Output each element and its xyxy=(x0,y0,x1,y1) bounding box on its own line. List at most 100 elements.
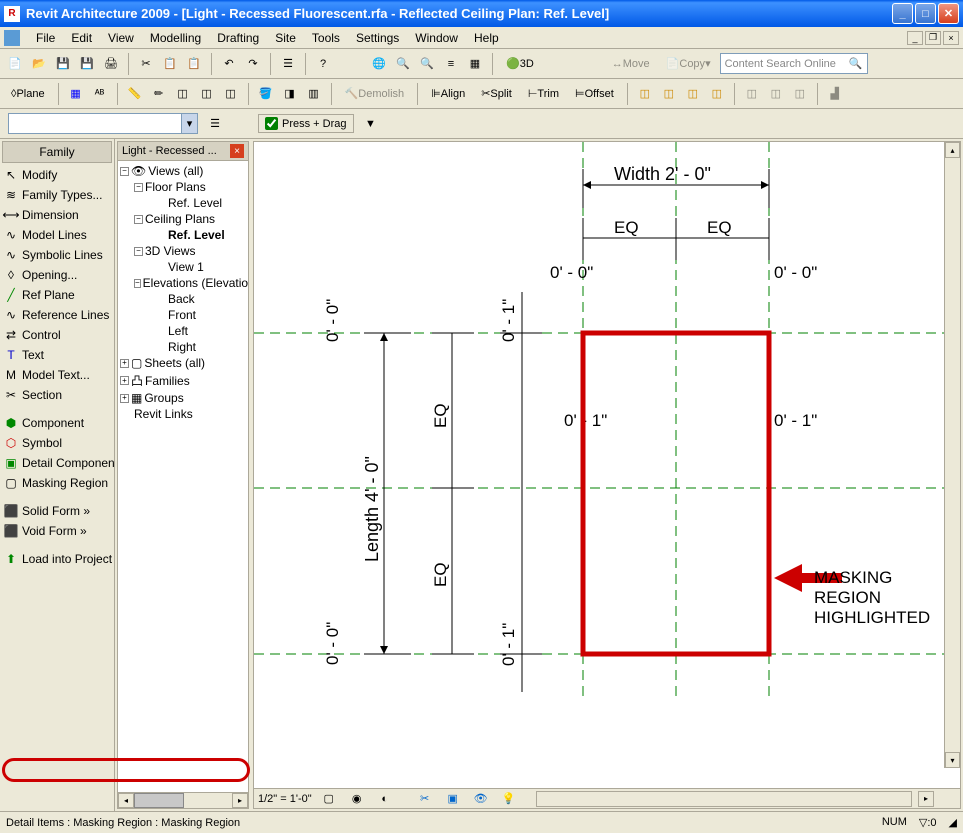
split-button[interactable]: ✂ Split xyxy=(474,83,519,105)
spell-icon[interactable]: ᴬᴮ xyxy=(89,83,111,105)
section-tool[interactable]: ✂Section xyxy=(0,385,114,405)
tool4-icon[interactable]: ◫ xyxy=(196,83,218,105)
load-project-tool[interactable]: ⬆Load into Project xyxy=(0,549,114,569)
reference-lines-tool[interactable]: ∿Reference Lines xyxy=(0,305,114,325)
dropdown-icon[interactable]: ▾ xyxy=(181,114,197,133)
menu-view[interactable]: View xyxy=(100,29,142,47)
new-icon[interactable]: 📄 xyxy=(4,53,26,75)
group2-icon[interactable]: ◫ xyxy=(765,83,787,105)
model-graphics-icon[interactable]: ◉ xyxy=(346,788,368,810)
zoom2-icon[interactable]: 🔍 xyxy=(416,53,438,75)
menu-file[interactable]: File xyxy=(28,29,63,47)
text-tool[interactable]: TText xyxy=(0,345,114,365)
menu-edit[interactable]: Edit xyxy=(63,29,100,47)
maximize-button[interactable]: □ xyxy=(915,3,936,24)
menu-modelling[interactable]: Modelling xyxy=(142,29,209,47)
detail-component-tool[interactable]: ▣Detail Component xyxy=(0,453,114,473)
model-text-tool[interactable]: MModel Text... xyxy=(0,365,114,385)
tool5-icon[interactable]: ◫ xyxy=(220,83,242,105)
help-icon[interactable]: ? xyxy=(312,53,334,75)
filter-icon[interactable]: ▼ xyxy=(360,113,382,135)
properties-icon[interactable]: ☰ xyxy=(277,53,299,75)
menu-settings[interactable]: Settings xyxy=(348,29,407,47)
paste-icon[interactable]: 📋 xyxy=(183,53,205,75)
save-all-icon[interactable]: 💾 xyxy=(76,53,98,75)
scale-label[interactable]: 1/2" = 1'-0" xyxy=(258,793,312,805)
tool3-icon[interactable]: ◫ xyxy=(172,83,194,105)
browser-hscroll[interactable]: ◂▸ xyxy=(118,792,248,808)
menu-tools[interactable]: Tools xyxy=(304,29,348,47)
mdi-close[interactable]: × xyxy=(943,31,959,45)
box4-icon[interactable]: ◫ xyxy=(706,83,728,105)
menu-drafting[interactable]: Drafting xyxy=(209,29,267,47)
mdi-restore[interactable]: ❐ xyxy=(925,31,941,45)
grid-icon[interactable]: ▦ xyxy=(65,83,87,105)
control-tool[interactable]: ⇄Control xyxy=(0,325,114,345)
mdi-minimize[interactable]: _ xyxy=(907,31,923,45)
press-drag-checkbox[interactable] xyxy=(265,117,278,130)
type-selector[interactable]: ▾ xyxy=(8,113,198,134)
model-lines-tool[interactable]: ∿Model Lines xyxy=(0,225,114,245)
browser-tree[interactable]: − 👁 Views (all) − Floor Plans Ref. Level… xyxy=(118,161,248,792)
search-icon[interactable]: 🔍 xyxy=(849,57,863,70)
detail-level-icon[interactable]: ▢ xyxy=(318,788,340,810)
align-button[interactable]: ⊫ Align xyxy=(424,83,472,105)
drawing-canvas[interactable]: Width 2' - 0" EQ EQ 0' - 0" 0' - 0" Leng… xyxy=(254,142,960,788)
paint-icon[interactable]: 🪣 xyxy=(255,83,277,105)
threeD-button[interactable]: 🟢 3D xyxy=(499,53,541,75)
hide-icon[interactable]: 👁 xyxy=(470,788,492,810)
highlighter-icon[interactable]: ✏ xyxy=(148,83,170,105)
trim-button[interactable]: ⊢ Trim xyxy=(521,83,566,105)
copy-icon[interactable]: 📋 xyxy=(159,53,181,75)
redo-icon[interactable]: ↷ xyxy=(242,53,264,75)
close-tab-icon[interactable]: × xyxy=(230,144,244,158)
box1-icon[interactable]: ◫ xyxy=(634,83,656,105)
join-icon[interactable]: ◨ xyxy=(279,83,301,105)
void-form-tool[interactable]: ⬛Void Form » xyxy=(0,521,114,541)
dynamic-view-icon[interactable]: 🌐 xyxy=(368,53,390,75)
status-filter[interactable]: ▽:0 xyxy=(919,816,937,829)
group3-icon[interactable]: ◫ xyxy=(789,83,811,105)
hscroll-right[interactable]: ▸ xyxy=(918,791,934,807)
canvas-vscroll[interactable]: ▴ ▾ xyxy=(944,142,960,768)
wall-icon[interactable]: ▥ xyxy=(303,83,325,105)
undo-icon[interactable]: ↶ xyxy=(218,53,240,75)
cut-icon[interactable]: ✂ xyxy=(135,53,157,75)
masking-region-tool[interactable]: ▢Masking Region xyxy=(0,473,114,493)
thin-lines-icon[interactable]: ≡ xyxy=(440,53,462,75)
design-bar-header[interactable]: Family xyxy=(2,141,112,163)
demolish-button[interactable]: 🔨 Demolish xyxy=(338,83,412,105)
symbolic-lines-tool[interactable]: ∿Symbolic Lines xyxy=(0,245,114,265)
print-icon[interactable]: 🖨 xyxy=(100,53,122,75)
menu-help[interactable]: Help xyxy=(466,29,507,47)
copy-button[interactable]: 📄 Copy ▾ xyxy=(659,53,718,75)
browser-tab[interactable]: Light - Recessed ... × xyxy=(118,142,248,161)
mirror-icon[interactable]: ▟ xyxy=(824,83,846,105)
menu-window[interactable]: Window xyxy=(407,29,466,47)
move-button[interactable]: ↔ Move xyxy=(605,53,657,75)
group1-icon[interactable]: ◫ xyxy=(741,83,763,105)
box2-icon[interactable]: ◫ xyxy=(658,83,680,105)
component-tool[interactable]: ⬢Component xyxy=(0,413,114,433)
show-crop-icon[interactable]: ▣ xyxy=(442,788,464,810)
modify-tool[interactable]: ↖Modify xyxy=(0,165,114,185)
tape-icon[interactable]: 📏 xyxy=(124,83,146,105)
shadow-icon[interactable]: ◐ xyxy=(374,788,396,810)
press-drag-option[interactable]: Press + Drag xyxy=(258,114,354,133)
box3-icon[interactable]: ◫ xyxy=(682,83,704,105)
save-icon[interactable]: 💾 xyxy=(52,53,74,75)
solid-form-tool[interactable]: ⬛Solid Form » xyxy=(0,501,114,521)
menu-site[interactable]: Site xyxy=(267,29,304,47)
reveal-icon[interactable]: 💡 xyxy=(498,788,520,810)
open-icon[interactable]: 📂 xyxy=(28,53,50,75)
close-button[interactable]: ✕ xyxy=(938,3,959,24)
family-types-tool[interactable]: ≋Family Types... xyxy=(0,185,114,205)
search-input[interactable]: Content Search Online 🔍 xyxy=(720,53,868,74)
zoom-icon[interactable]: 🔍 xyxy=(392,53,414,75)
minimize-button[interactable]: _ xyxy=(892,3,913,24)
plane-button[interactable]: ◊ Plane xyxy=(4,83,52,105)
resize-grip-icon[interactable]: ◢ xyxy=(949,816,957,829)
crop-icon[interactable]: ✂ xyxy=(414,788,436,810)
element-props-icon[interactable]: ☰ xyxy=(204,113,226,135)
shading-icon[interactable]: ▦ xyxy=(464,53,486,75)
